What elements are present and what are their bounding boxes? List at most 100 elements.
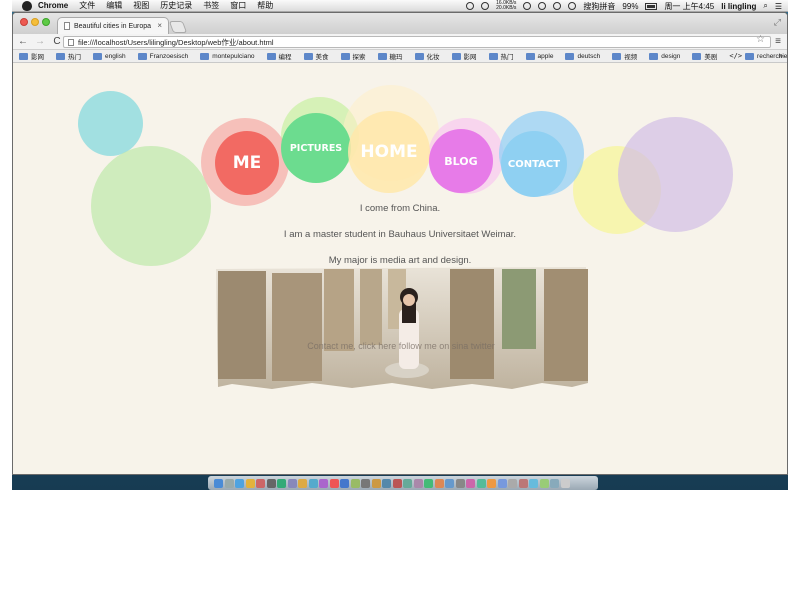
app-icon[interactable] <box>403 478 412 488</box>
bookmark-label: design <box>661 52 681 60</box>
tab-close-icon[interactable]: × <box>157 21 162 30</box>
menu-file[interactable]: 文件 <box>79 0 95 11</box>
app-icon[interactable] <box>487 478 496 488</box>
app-icon[interactable] <box>497 478 507 488</box>
app-icon[interactable] <box>466 478 475 488</box>
app-icon[interactable] <box>329 478 339 488</box>
forward-icon[interactable]: → <box>33 36 47 47</box>
bluetooth-icon[interactable] <box>538 2 547 10</box>
wifi-icon[interactable] <box>553 2 562 10</box>
downloads-icon[interactable] <box>550 478 559 488</box>
app-icon[interactable] <box>413 478 423 488</box>
spotlight-icon[interactable]: ⌕ <box>763 1 767 11</box>
bookmark-folder[interactable]: 美食 <box>303 51 329 61</box>
bookmark-folder[interactable]: Franzoesisch <box>137 52 189 60</box>
bookmark-folder[interactable]: 美剧 <box>692 51 717 61</box>
bookmarks-overflow-button[interactable]: » <box>779 51 783 60</box>
chrome-menu-icon[interactable]: ≡ <box>775 36 781 47</box>
status-icon[interactable] <box>481 2 490 10</box>
input-method[interactable]: 搜狗拼音 <box>583 1 615 12</box>
chrome-icon[interactable] <box>245 478 255 488</box>
app-icon[interactable] <box>392 478 402 488</box>
app-icon[interactable] <box>529 478 538 488</box>
app-icon[interactable] <box>340 478 349 488</box>
bookmark-label: Franzoesisch <box>149 52 189 60</box>
nav-home-label: HOME <box>360 142 418 162</box>
address-bar[interactable]: file:///localhost/Users/lilingling/Deskt… <box>63 36 771 48</box>
app-icon[interactable] <box>508 478 517 488</box>
contact-caption[interactable]: Contact me, click here follow me on sina… <box>212 341 590 351</box>
bookmark-label: montepulciano <box>212 52 255 60</box>
trash-icon[interactable] <box>560 478 570 488</box>
bookmark-folder[interactable]: 糖玛 <box>377 51 403 61</box>
volume-icon[interactable] <box>568 2 577 10</box>
folder-icon <box>451 52 461 60</box>
bookmark-folder[interactable]: apple <box>525 52 553 60</box>
nav-blog-button[interactable]: BLOG <box>429 129 493 193</box>
menu-clock[interactable]: 周一 上午4:45 <box>664 1 714 12</box>
menu-app-name[interactable]: Chrome <box>38 1 68 10</box>
app-icon[interactable] <box>256 478 265 488</box>
menu-history[interactable]: 历史记录 <box>160 0 192 11</box>
nav-pictures-button[interactable]: PICTURES <box>281 113 351 183</box>
bookmark-folder[interactable]: 热门 <box>488 51 514 61</box>
safari-icon[interactable] <box>235 478 244 488</box>
app-icon[interactable] <box>382 478 391 488</box>
app-icon[interactable] <box>308 478 318 488</box>
bookmark-folder[interactable]: 影网 <box>451 51 477 61</box>
app-icon[interactable] <box>277 478 286 488</box>
battery-icon[interactable] <box>645 2 658 10</box>
window-minimize-icon[interactable] <box>31 18 39 26</box>
menu-user[interactable]: li lingling <box>721 2 756 11</box>
app-icon[interactable] <box>371 478 381 488</box>
app-icon[interactable] <box>455 478 465 488</box>
bookmark-folder[interactable]: 视频 <box>612 51 637 61</box>
finder-icon[interactable] <box>214 478 223 488</box>
notification-icon[interactable]: ☰ <box>775 2 782 11</box>
app-icon[interactable] <box>298 478 307 488</box>
nav-blog-label: BLOG <box>444 154 478 168</box>
back-icon[interactable]: ← <box>16 36 30 47</box>
app-icon[interactable] <box>266 478 276 488</box>
bookmark-folder[interactable]: deutsch <box>565 52 601 60</box>
bookmark-folder[interactable]: design <box>649 52 681 60</box>
bookmark-folder[interactable]: 影网 <box>19 51 44 61</box>
nav-home-button[interactable]: HOME <box>348 111 430 193</box>
app-icon[interactable] <box>476 478 486 488</box>
app-icon[interactable] <box>350 478 360 488</box>
bookmark-folder[interactable]: 探索 <box>340 51 366 61</box>
bookmark-folder[interactable]: 化妆 <box>414 51 440 61</box>
window-zoom-icon[interactable] <box>42 18 50 26</box>
url-text[interactable]: file:///localhost/Users/lilingling/Deskt… <box>78 38 274 47</box>
new-tab-button[interactable] <box>168 21 188 33</box>
app-icon[interactable] <box>361 478 370 488</box>
app-icon[interactable] <box>434 478 444 488</box>
nav-contact-button[interactable]: CONTACT <box>501 131 567 197</box>
menu-window[interactable]: 窗口 <box>230 0 246 11</box>
bookmark-folder[interactable]: montepulciano <box>200 52 255 60</box>
tab-active[interactable]: Beautiful cities in Europa × <box>57 17 169 34</box>
bookmark-star-icon[interactable]: ☆ <box>756 34 765 45</box>
nav-me-button[interactable]: ME <box>215 131 279 195</box>
menu-edit[interactable]: 编辑 <box>106 0 122 11</box>
app-icon[interactable] <box>518 478 528 488</box>
app-icon[interactable] <box>319 478 328 488</box>
menu-help[interactable]: 帮助 <box>257 0 273 11</box>
reload-icon[interactable]: C <box>50 36 64 47</box>
bookmark-folder[interactable]: english <box>93 52 126 60</box>
launchpad-icon[interactable] <box>224 478 234 488</box>
bookmark-label: deutsch <box>577 52 601 60</box>
app-icon[interactable] <box>539 478 549 488</box>
timemachine-icon[interactable] <box>523 2 532 10</box>
app-icon[interactable] <box>287 478 297 488</box>
fullscreen-icon[interactable]: ⤢ <box>774 17 781 28</box>
bookmark-folder[interactable]: 热门 <box>56 51 81 61</box>
apple-icon[interactable] <box>22 0 32 11</box>
app-icon[interactable] <box>424 478 433 488</box>
window-close-icon[interactable] <box>20 18 28 26</box>
menu-bookmarks[interactable]: 书签 <box>203 0 219 11</box>
app-icon[interactable] <box>445 478 454 488</box>
bookmark-folder[interactable]: 编程 <box>266 51 292 61</box>
menu-view[interactable]: 视图 <box>133 0 149 11</box>
search-icon[interactable] <box>466 2 475 10</box>
